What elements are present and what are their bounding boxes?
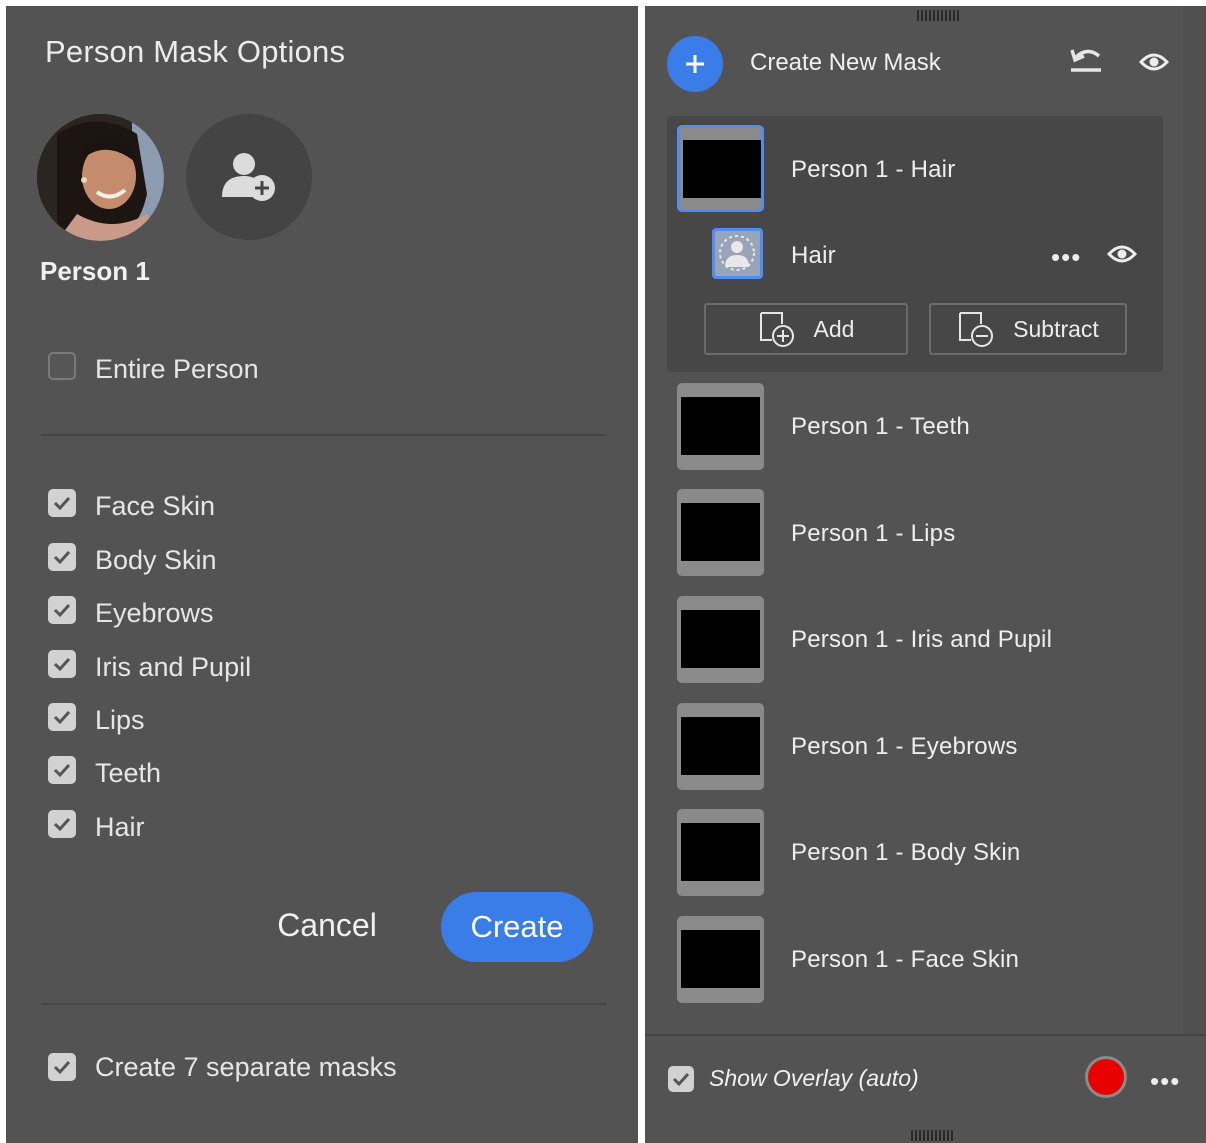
hair-label: Hair [95,812,145,842]
checkmark-icon [53,603,71,618]
mask-label-iris[interactable]: Person 1 - Iris and Pupil [791,626,1052,654]
scrollbar-track[interactable] [1183,6,1206,1034]
mask-preview [683,140,761,198]
eye-icon[interactable] [1138,50,1170,79]
checkmark-icon [53,763,71,778]
add-mask-icon [759,312,794,347]
teeth-checkbox[interactable] [48,756,76,784]
add-button[interactable]: Add [704,303,908,355]
entire-person-label: Entire Person [95,354,259,384]
divider [41,434,606,436]
cancel-button[interactable]: Cancel [238,888,416,962]
mask-thumbnail-eyebrows[interactable] [677,703,764,790]
show-overlay-checkbox[interactable] [668,1066,694,1092]
checkmark-icon [53,657,71,672]
body-skin-label: Body Skin [95,545,217,575]
mask-label-face-skin[interactable]: Person 1 - Face Skin [791,946,1019,974]
teeth-label: Teeth [95,758,162,788]
mask-preview [681,823,760,881]
subtract-button[interactable]: Subtract [929,303,1127,355]
mask-label-body-skin[interactable]: Person 1 - Body Skin [791,839,1020,867]
create-new-mask-button[interactable] [667,36,723,92]
checkmark-icon [672,1072,690,1087]
subtract-mask-icon [959,312,994,347]
create-new-mask-label[interactable]: Create New Mask [750,49,941,77]
person-mask-options-panel: Person Mask Options Person 1 Entire Pers… [6,6,638,1143]
more-icon[interactable]: ••• [1150,1066,1180,1097]
masks-panel: Create New Mask Person 1 - Hair Hair •••… [645,6,1206,1143]
body-skin-checkbox[interactable] [48,543,76,571]
checkmark-icon [53,550,71,565]
plus-icon [686,55,704,73]
person-select-icon [719,235,755,271]
mask-preview [681,610,760,668]
mask-component-thumbnail[interactable] [712,228,763,279]
add-person-button[interactable] [186,114,312,240]
mask-thumbnail-lips[interactable] [677,489,764,576]
add-person-icon [222,153,275,201]
mask-thumbnail-body-skin[interactable] [677,809,764,896]
mask-preview [681,930,760,988]
mask-preview [681,717,760,775]
mask-thumbnail-hair[interactable] [677,125,764,212]
mask-label-teeth[interactable]: Person 1 - Teeth [791,413,970,441]
checkmark-icon [53,710,71,725]
person-avatar[interactable] [37,114,164,241]
add-button-label: Add [813,315,855,342]
mask-thumbnail-teeth[interactable] [677,383,764,470]
mask-preview [681,397,760,455]
person-name: Person 1 [40,256,150,286]
divider [41,1003,606,1005]
separate-masks-checkbox[interactable] [48,1053,76,1081]
lips-label: Lips [95,705,145,735]
panel-title: Person Mask Options [45,34,346,69]
mask-thumbnail-face-skin[interactable] [677,916,764,1003]
eye-icon[interactable] [1106,242,1138,271]
checkmark-icon [53,1060,71,1075]
iris-pupil-label: Iris and Pupil [95,652,252,682]
show-overlay-label: Show Overlay (auto) [709,1065,919,1091]
eyebrows-checkbox[interactable] [48,596,76,624]
more-icon[interactable]: ••• [1051,242,1081,273]
footer-divider [645,1034,1206,1036]
face-skin-checkbox[interactable] [48,489,76,517]
top-resize-grip[interactable] [917,10,961,21]
entire-person-checkbox[interactable] [48,352,76,380]
mask-component-label: Hair [791,242,836,269]
mask-preview [681,503,760,561]
face-skin-label: Face Skin [95,491,216,521]
checkmark-icon [53,496,71,511]
lips-checkbox[interactable] [48,703,76,731]
mask-label-eyebrows[interactable]: Person 1 - Eyebrows [791,733,1018,761]
overlay-color-swatch[interactable] [1088,1059,1124,1095]
hair-checkbox[interactable] [48,810,76,838]
mask-label-lips[interactable]: Person 1 - Lips [791,520,955,548]
iris-pupil-checkbox[interactable] [48,650,76,678]
mask-thumbnail-iris[interactable] [677,596,764,683]
separate-masks-label: Create 7 separate masks [95,1052,397,1082]
active-mask-label[interactable]: Person 1 - Hair [791,156,955,184]
bottom-resize-grip[interactable] [911,1130,955,1141]
checkmark-icon [53,817,71,832]
eyebrows-label: Eyebrows [95,598,214,628]
reset-icon[interactable] [1067,44,1107,83]
subtract-button-label: Subtract [1013,315,1099,342]
create-button[interactable]: Create [441,892,593,962]
person-photo-icon [37,114,164,241]
